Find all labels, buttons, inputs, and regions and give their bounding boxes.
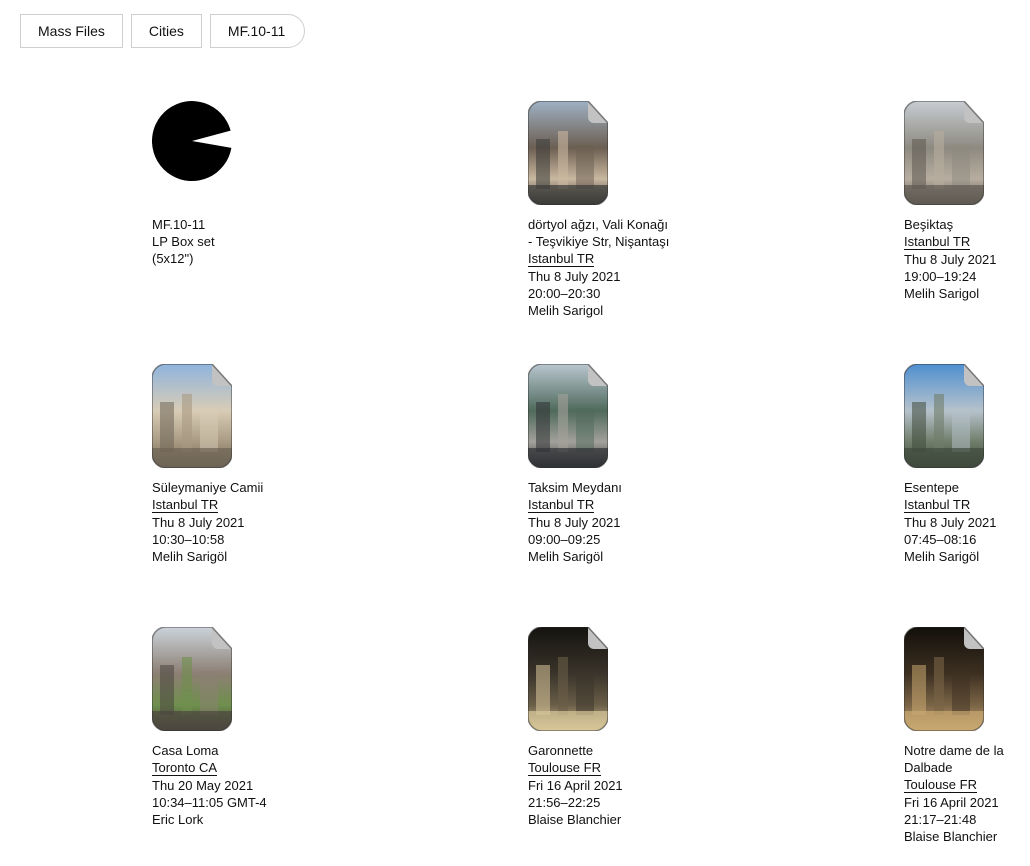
file-author: Melih Sarigol <box>904 286 980 301</box>
release-size: (5x12") <box>152 251 194 266</box>
file-date: Thu 8 July 2021 <box>152 515 245 530</box>
pie-logo-icon <box>152 101 232 205</box>
file-author: Melih Sarigöl <box>528 549 604 564</box>
file-meta: dörtyol ağzı, Vali Konağı - Teşvikiye St… <box>528 216 688 319</box>
file-date: Thu 20 May 2021 <box>152 778 254 793</box>
file-title-cont: - Teşvikiye Str, Nişantaşı <box>528 234 670 249</box>
release-item[interactable]: MF.10-11 LP Box set (5x12") <box>152 101 312 267</box>
photo-file-icon <box>528 364 608 468</box>
file-time: 19:00–19:24 <box>904 269 977 284</box>
location-link[interactable]: Istanbul TR <box>152 497 219 513</box>
file-title: Casa Loma <box>152 743 219 758</box>
file-date: Thu 8 July 2021 <box>528 269 621 284</box>
photo-file-icon <box>528 101 608 205</box>
file-date: Thu 8 July 2021 <box>904 515 997 530</box>
file-item[interactable]: Garonnette Toulouse FR Fri 16 April 2021… <box>528 627 688 828</box>
file-meta: Garonnette Toulouse FR Fri 16 April 2021… <box>528 742 688 828</box>
file-item[interactable]: Taksim Meydanı Istanbul TR Thu 8 July 20… <box>528 364 688 565</box>
file-author: Melih Sarigöl <box>904 549 980 564</box>
photo-file-icon <box>528 627 608 731</box>
photo-file-icon <box>904 101 984 205</box>
file-grid: MF.10-11 LP Box set (5x12") dörtyol ağzı… <box>0 0 1030 866</box>
photo-file-icon <box>152 364 232 468</box>
file-author: Melih Sarigol <box>528 303 604 318</box>
file-item[interactable]: Beşiktaş Istanbul TR Thu 8 July 2021 19:… <box>904 101 1030 302</box>
photo-file-icon <box>152 627 232 731</box>
file-author: Eric Lork <box>152 812 204 827</box>
file-item[interactable]: Esentepe Istanbul TR Thu 8 July 2021 07:… <box>904 364 1030 565</box>
location-link[interactable]: Istanbul TR <box>904 497 971 513</box>
file-item[interactable]: Notre dame de la Dalbade Toulouse FR Fri… <box>904 627 1030 845</box>
location-link[interactable]: Istanbul TR <box>528 251 595 267</box>
file-author: Melih Sarigöl <box>152 549 228 564</box>
file-title: Beşiktaş <box>904 217 954 232</box>
file-meta: Esentepe Istanbul TR Thu 8 July 2021 07:… <box>904 479 1030 565</box>
location-link[interactable]: Toulouse FR <box>528 760 601 776</box>
file-time: 10:34–11:05 GMT-4 <box>152 795 267 810</box>
file-date: Thu 8 July 2021 <box>904 252 997 267</box>
file-time: 21:17–21:48 <box>904 812 977 827</box>
file-author: Blaise Blanchier <box>528 812 622 827</box>
file-title: Notre dame de la <box>904 743 1004 758</box>
file-item[interactable]: dörtyol ağzı, Vali Konağı - Teşvikiye St… <box>528 101 688 319</box>
file-time: 20:00–20:30 <box>528 286 601 301</box>
release-meta: MF.10-11 LP Box set (5x12") <box>152 216 312 267</box>
release-format: LP Box set <box>152 234 215 249</box>
file-title-cont: Dalbade <box>904 760 953 775</box>
file-time: 07:45–08:16 <box>904 532 977 547</box>
file-title: dörtyol ağzı, Vali Konağı <box>528 217 668 232</box>
file-title: Taksim Meydanı <box>528 480 622 495</box>
file-meta: Notre dame de la Dalbade Toulouse FR Fri… <box>904 742 1030 845</box>
file-author: Blaise Blanchier <box>904 829 998 844</box>
location-link[interactable]: Toronto CA <box>152 760 218 776</box>
file-time: 09:00–09:25 <box>528 532 601 547</box>
file-time: 10:30–10:58 <box>152 532 225 547</box>
file-title: Esentepe <box>904 480 959 495</box>
release-code: MF.10-11 <box>152 217 206 232</box>
file-item[interactable]: Casa Loma Toronto CA Thu 20 May 2021 10:… <box>152 627 312 828</box>
location-link[interactable]: Istanbul TR <box>528 497 595 513</box>
file-date: Fri 16 April 2021 <box>904 795 999 810</box>
file-date: Fri 16 April 2021 <box>528 778 623 793</box>
file-meta: Beşiktaş Istanbul TR Thu 8 July 2021 19:… <box>904 216 1030 302</box>
photo-file-icon <box>904 364 984 468</box>
file-time: 21:56–22:25 <box>528 795 601 810</box>
location-link[interactable]: Toulouse FR <box>904 777 977 793</box>
file-title: Garonnette <box>528 743 594 758</box>
file-title: Süleymaniye Camii <box>152 480 264 495</box>
file-item[interactable]: Süleymaniye Camii Istanbul TR Thu 8 July… <box>152 364 312 565</box>
photo-file-icon <box>904 627 984 731</box>
file-meta: Casa Loma Toronto CA Thu 20 May 2021 10:… <box>152 742 312 828</box>
file-meta: Taksim Meydanı Istanbul TR Thu 8 July 20… <box>528 479 688 565</box>
location-link[interactable]: Istanbul TR <box>904 234 971 250</box>
file-meta: Süleymaniye Camii Istanbul TR Thu 8 July… <box>152 479 312 565</box>
file-date: Thu 8 July 2021 <box>528 515 621 530</box>
